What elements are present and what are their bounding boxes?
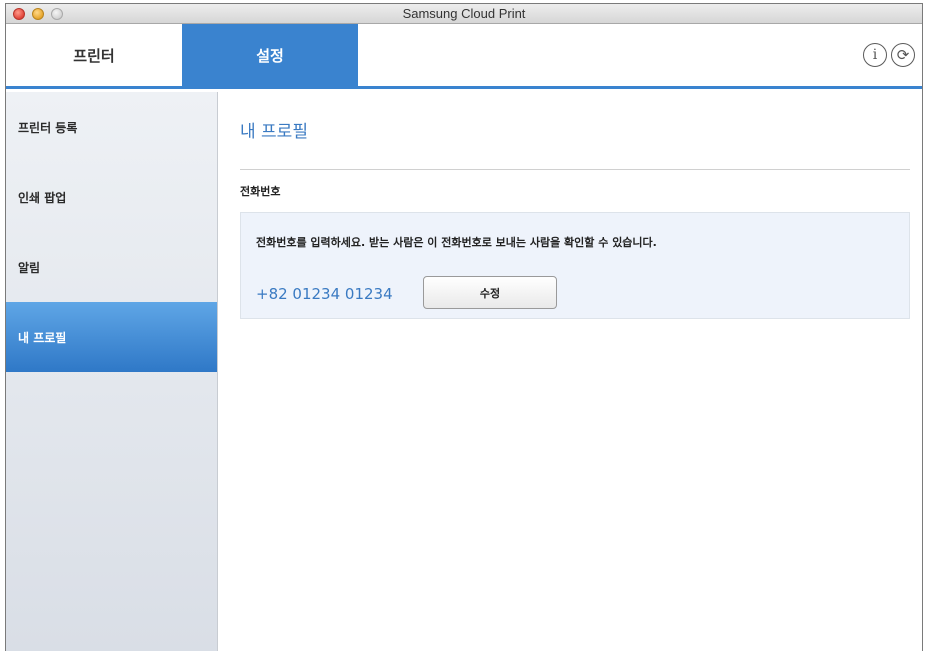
edit-button[interactable]: 수정 bbox=[423, 276, 557, 309]
sidebar-item-label: 인쇄 팝업 bbox=[18, 190, 67, 205]
page-title: 내 프로필 bbox=[240, 122, 308, 142]
tab-settings[interactable]: 설정 bbox=[182, 24, 358, 86]
sidebar: 프린터 등록 인쇄 팝업 알림 내 프로필 bbox=[6, 92, 218, 651]
tab-bar: 프린터 설정 i ⟳ bbox=[6, 24, 922, 89]
sidebar-item-label: 알림 bbox=[18, 260, 41, 275]
phone-description: 전화번호를 입력하세요. 받는 사람은 이 전화번호로 보내는 사람을 확인할 … bbox=[256, 236, 657, 249]
main-content: 내 프로필 전화번호 전화번호를 입력하세요. 받는 사람은 이 전화번호로 보… bbox=[218, 92, 922, 651]
sidebar-item-label: 내 프로필 bbox=[18, 330, 67, 345]
sidebar-item-label: 프린터 등록 bbox=[18, 120, 78, 135]
tab-printer[interactable]: 프린터 bbox=[6, 24, 182, 86]
sidebar-item-print-popup[interactable]: 인쇄 팝업 bbox=[6, 162, 217, 232]
divider bbox=[240, 169, 910, 170]
sidebar-item-notifications[interactable]: 알림 bbox=[6, 232, 217, 302]
refresh-icon[interactable]: ⟳ bbox=[891, 43, 915, 67]
sidebar-item-my-profile[interactable]: 내 프로필 bbox=[6, 302, 217, 372]
window-title: Samsung Cloud Print bbox=[402, 6, 526, 21]
phone-section-label: 전화번호 bbox=[240, 185, 281, 198]
app-window: Samsung Cloud Print 프린터 설정 i ⟳ 프린터 등록 인쇄… bbox=[5, 3, 923, 651]
phone-info-panel: 전화번호를 입력하세요. 받는 사람은 이 전화번호로 보내는 사람을 확인할 … bbox=[240, 212, 910, 319]
phone-number: +82 01234 01234 bbox=[256, 285, 393, 303]
sidebar-item-printer-register[interactable]: 프린터 등록 bbox=[6, 92, 217, 162]
title-bar: Samsung Cloud Print bbox=[6, 4, 922, 24]
info-icon[interactable]: i bbox=[863, 43, 887, 67]
